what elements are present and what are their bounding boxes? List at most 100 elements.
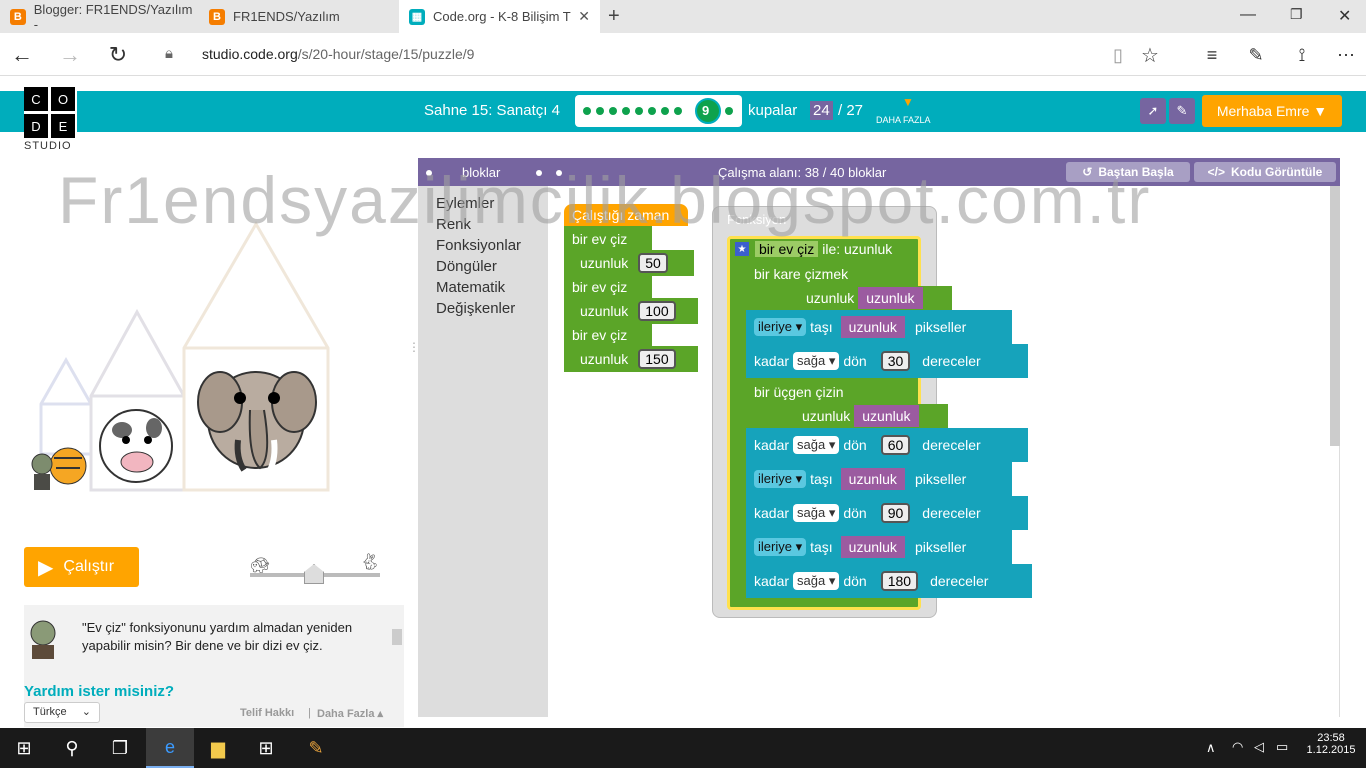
restore-icon[interactable]: ❐: [1290, 6, 1303, 23]
call-block[interactable]: bir ev çiz: [564, 322, 652, 348]
more-icon[interactable]: ⋯: [1332, 41, 1360, 69]
back-icon[interactable]: ←: [8, 41, 36, 69]
turn-dropdown[interactable]: sağa ▾: [793, 572, 840, 590]
unit-label: dereceler: [922, 505, 981, 521]
move-block[interactable]: ileriye ▾ taşı uzunluk pikseller: [746, 310, 1012, 344]
turn-verb: dön: [843, 353, 867, 369]
param-variable[interactable]: uzunluk: [840, 468, 905, 490]
new-tab-icon[interactable]: +: [608, 5, 620, 28]
minimize-icon[interactable]: —: [1240, 6, 1256, 24]
clock-time: 23:58: [1317, 732, 1345, 744]
call-param-row: uzunluk 150: [564, 346, 698, 372]
logo-letter: D: [24, 114, 48, 138]
angle-input[interactable]: 90: [880, 503, 911, 523]
category-variables[interactable]: Değişkenler: [436, 300, 515, 317]
instructions-scrollbar[interactable]: [392, 629, 402, 645]
cow-image: [99, 409, 173, 483]
param-variable[interactable]: uzunluk: [854, 405, 919, 427]
close-window-icon[interactable]: ✕: [1338, 6, 1351, 26]
param-variable[interactable]: uzunluk: [840, 316, 905, 338]
function-name-field[interactable]: bir ev çiz: [755, 241, 819, 257]
workspace-scrollbar[interactable]: [1330, 186, 1340, 446]
copyright-link[interactable]: Telif Hakkı: [240, 707, 294, 719]
rocket-icon[interactable]: ➚: [1140, 98, 1166, 124]
number-input[interactable]: 100: [638, 301, 676, 321]
file-explorer-icon[interactable]: ▆: [194, 728, 242, 768]
language-select[interactable]: Türkçe ⌄: [24, 702, 100, 723]
paint-icon[interactable]: ✎: [292, 728, 340, 768]
turn-dropdown[interactable]: sağa ▾: [793, 436, 840, 454]
tab-blogger-2[interactable]: B FR1ENDS/Yazılım: [199, 0, 397, 33]
volume-icon[interactable]: ◁: [1254, 739, 1264, 755]
turn-block[interactable]: kadar sağa ▾ dön 30 dereceler: [746, 344, 1028, 378]
search-icon[interactable]: ⚲: [48, 728, 96, 768]
angle-input[interactable]: 180: [880, 571, 919, 591]
function-header-row: ★ bir ev çiz ile: uzunluk: [733, 238, 919, 260]
call-param-row: uzunluk 100: [564, 298, 698, 324]
favorite-star-icon[interactable]: ☆: [1136, 41, 1164, 69]
run-button[interactable]: ▶ Çalıştır: [24, 547, 139, 587]
tab-title: FR1ENDS/Yazılım: [233, 9, 340, 24]
more-link[interactable]: DAHA FAZLA: [876, 115, 931, 125]
forward-icon[interactable]: →: [56, 41, 84, 69]
direction-dropdown[interactable]: ileriye ▾: [754, 318, 807, 336]
call-block[interactable]: bir ev çiz: [564, 274, 652, 300]
wifi-icon[interactable]: ◠: [1232, 739, 1243, 755]
refresh-icon[interactable]: ↻: [104, 41, 132, 69]
param-variable[interactable]: uzunluk: [840, 536, 905, 558]
unit-label: pikseller: [914, 471, 967, 487]
speed-slider-handle[interactable]: [304, 564, 324, 584]
clock[interactable]: 23:58 1.12.2015: [1306, 732, 1356, 756]
footer-more-link[interactable]: Daha Fazla ▴: [317, 707, 383, 720]
codeorg-header: Sahne 15: Sanatçı 4 9 kupalar 24 / 27 ▼ …: [0, 91, 1366, 132]
close-icon[interactable]: ✕: [578, 8, 590, 25]
category-functions[interactable]: Fonksiyonlar: [436, 237, 521, 254]
turn-dropdown[interactable]: sağa ▾: [793, 352, 840, 370]
keyboard-icon[interactable]: ▭: [1276, 739, 1288, 755]
category-math[interactable]: Matematik: [436, 279, 505, 296]
tab-codeorg[interactable]: ▦ Code.org - K-8 Bilişim T ✕: [399, 0, 600, 33]
turn-block[interactable]: kadar sağa ▾ dön 90 dereceler: [746, 496, 1028, 530]
square-call-param-row: uzunluk uzunluk: [746, 286, 952, 310]
codeorg-logo[interactable]: C O D E STUDIO: [24, 87, 77, 153]
logo-subtitle: STUDIO: [24, 140, 72, 152]
turn-dropdown[interactable]: sağa ▾: [793, 504, 840, 522]
direction-dropdown[interactable]: ileriye ▾: [754, 538, 807, 556]
tab-blogger-1[interactable]: B Blogger: FR1ENDS/Yazılım -: [0, 0, 198, 33]
logo-letter: E: [51, 114, 75, 138]
edge-icon[interactable]: e: [146, 728, 194, 768]
show-code-button[interactable]: </> Kodu Görüntüle: [1194, 162, 1336, 182]
star-icon[interactable]: ★: [735, 242, 749, 256]
move-word: taşı: [810, 471, 833, 487]
category-loops[interactable]: Döngüler: [436, 258, 497, 275]
codeorg-icon: ▦: [409, 8, 425, 25]
unit-label: dereceler: [922, 353, 981, 369]
triangle-call-block[interactable]: bir üçgen çizin: [746, 380, 874, 404]
turn-block[interactable]: kadar sağa ▾ dön 180 dereceler: [746, 564, 1032, 598]
task-view-icon[interactable]: ❐: [96, 728, 144, 768]
angle-input[interactable]: 60: [880, 435, 911, 455]
help-link[interactable]: Yardım ister misiniz?: [24, 683, 174, 697]
move-block[interactable]: ileriye ▾ taşı uzunluk pikseller: [746, 530, 1012, 564]
current-puzzle-number[interactable]: 9: [702, 103, 709, 118]
user-menu-button[interactable]: Merhaba Emre ▼: [1202, 95, 1342, 127]
share-icon[interactable]: ⟟: [1288, 41, 1316, 69]
param-variable[interactable]: uzunluk: [858, 287, 923, 309]
square-call-block[interactable]: bir kare çizmek: [746, 262, 878, 286]
url-path: /s/20-hour/stage/15/puzzle/9: [297, 46, 475, 62]
url-field[interactable]: studio.code.org/s/20-hour/stage/15/puzzl…: [202, 46, 474, 62]
chevron-up-icon[interactable]: ∧: [1206, 740, 1216, 756]
param-label: uzunluk: [802, 408, 851, 424]
windows-start-icon[interactable]: ⊞: [0, 728, 48, 768]
store-icon[interactable]: ⊞: [242, 728, 290, 768]
direction-dropdown[interactable]: ileriye ▾: [754, 470, 807, 488]
move-block[interactable]: ileriye ▾ taşı uzunluk pikseller: [746, 462, 1012, 496]
number-input[interactable]: 50: [638, 253, 668, 273]
web-note-icon[interactable]: ✎: [1242, 41, 1270, 69]
pencil-icon[interactable]: ✎: [1169, 98, 1195, 124]
hub-icon[interactable]: ≡: [1198, 41, 1226, 69]
number-input[interactable]: 150: [638, 349, 676, 369]
reading-view-icon[interactable]: ▯: [1104, 41, 1132, 69]
angle-input[interactable]: 30: [880, 351, 911, 371]
turn-block[interactable]: kadar sağa ▾ dön 60 dereceler: [746, 428, 1028, 462]
